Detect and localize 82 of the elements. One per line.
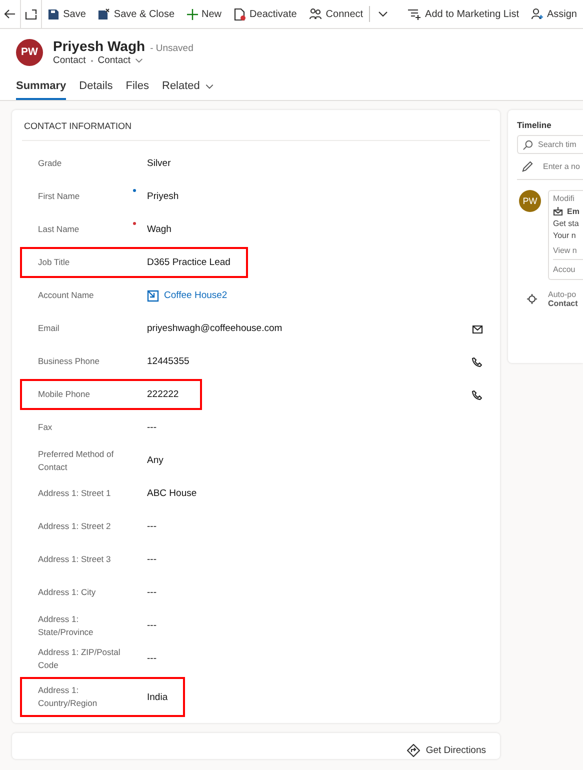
field-value: 12445355 xyxy=(147,356,190,367)
account-icon xyxy=(147,290,159,302)
save-close-button[interactable]: Save & Close xyxy=(92,0,181,28)
activity-title: Modifi xyxy=(553,193,576,205)
field-label: Fax xyxy=(38,421,54,434)
people-icon xyxy=(308,8,322,20)
activity-subject: Em xyxy=(567,207,580,216)
form-selector[interactable]: Contact xyxy=(98,55,142,66)
field-value: Any xyxy=(147,455,164,466)
activity-text: Your n xyxy=(553,230,577,242)
person-add-icon xyxy=(530,8,543,20)
phone-icon[interactable] xyxy=(472,390,482,400)
view-more-link[interactable]: View n xyxy=(553,242,583,260)
field-label: Address 1: Street 1 xyxy=(38,487,112,500)
list-button[interactable]: Add to Marketing List xyxy=(402,0,525,28)
field-value: --- xyxy=(147,587,156,598)
field-value: --- xyxy=(147,653,156,664)
field-label: First Name xyxy=(38,190,81,203)
tab[interactable]: Related xyxy=(162,78,214,100)
entity-name: Contact xyxy=(53,55,86,66)
field-label: Address 1: ZIP/Postal Code xyxy=(38,646,122,672)
pencil-icon xyxy=(522,161,533,172)
activity-footer: Accou xyxy=(553,260,583,279)
get-directions-button[interactable]: Get Directions xyxy=(406,744,486,759)
field-value: India xyxy=(147,692,168,702)
field-value: --- xyxy=(147,620,156,631)
field-label: Address 1: City xyxy=(38,586,97,599)
field-value: --- xyxy=(147,422,156,433)
field-value: Priyesh xyxy=(147,191,179,202)
envelope-icon xyxy=(553,207,563,216)
field-value: 222222 xyxy=(147,389,179,400)
note-field[interactable]: Enter a no xyxy=(543,162,583,171)
field-value: priyeshwagh@coffeehouse.com xyxy=(147,323,282,334)
field-value: --- xyxy=(147,554,156,565)
email-icon[interactable] xyxy=(472,324,483,334)
save-button[interactable]: Save xyxy=(42,0,92,28)
timeline-title: Timeline xyxy=(517,120,552,130)
tab[interactable]: Details xyxy=(79,78,113,100)
chevron-down-icon xyxy=(378,11,388,17)
account-link[interactable]: Coffee House2 xyxy=(164,290,228,301)
chevron-down-icon xyxy=(134,58,142,63)
tab[interactable]: Summary xyxy=(16,78,66,100)
back-icon xyxy=(4,8,16,20)
activity-text: Get sta xyxy=(553,218,580,230)
popout-icon xyxy=(25,8,38,20)
field-label: Mobile Phone xyxy=(38,388,91,401)
avatar: PW xyxy=(16,38,43,66)
chevron-down-icon xyxy=(204,84,214,88)
auto-post-subtitle: Contact xyxy=(548,299,578,308)
field-label: Address 1: Street 2 xyxy=(38,520,112,533)
record-name: Priyesh Wagh xyxy=(53,38,146,54)
phone-icon[interactable] xyxy=(472,356,482,366)
field-label: Account Name xyxy=(38,289,95,302)
field-label: Last Name xyxy=(38,223,80,236)
field-label: Business Phone xyxy=(38,355,100,368)
assign-button[interactable]: Assign xyxy=(524,0,583,28)
avatar: PW xyxy=(519,190,541,212)
search-field[interactable]: Search tim xyxy=(517,135,583,154)
field-value: ABC House xyxy=(147,488,197,499)
search-icon xyxy=(523,140,533,150)
document-icon xyxy=(234,8,246,20)
field-value: Silver xyxy=(147,158,171,169)
field-label: Job Title xyxy=(38,256,71,269)
directions-icon xyxy=(406,744,420,757)
field-value: --- xyxy=(147,521,156,532)
save-status: - Unsaved xyxy=(150,43,194,54)
deactivate-button[interactable]: Deactivate xyxy=(228,0,303,28)
field-label: Grade xyxy=(38,157,63,170)
field-value: D365 Practice Lead xyxy=(147,257,230,268)
auto-post-title: Auto-po xyxy=(548,290,578,299)
tab[interactable]: Files xyxy=(126,78,149,100)
field-label: Address 1: Country/Region xyxy=(38,684,98,710)
list-add-icon xyxy=(408,8,422,20)
field-value: Wagh xyxy=(147,224,172,235)
field-label: Preferred Method of Contact xyxy=(38,448,115,474)
field-label: Address 1: Street 3 xyxy=(38,553,112,566)
field-label: Email xyxy=(38,322,60,335)
connect-button[interactable]: Connect xyxy=(302,0,370,28)
new-button[interactable]: New xyxy=(180,0,228,28)
field-label: Address 1: State/Province xyxy=(38,612,94,638)
plus-icon xyxy=(186,8,198,20)
section-title: CONTACT INFORMATION xyxy=(22,110,490,141)
